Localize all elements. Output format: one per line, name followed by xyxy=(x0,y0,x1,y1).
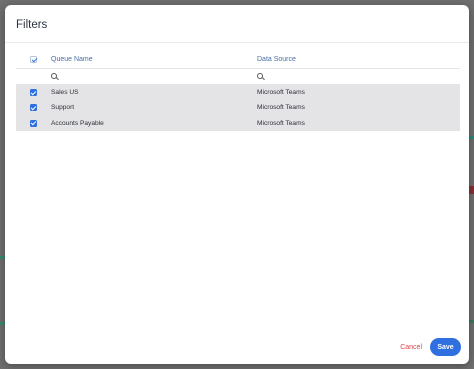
filter-row xyxy=(16,69,460,85)
filters-dialog: Filters Queue Name Data Source Sales US … xyxy=(5,5,469,364)
column-header-queue-name[interactable]: Queue Name xyxy=(51,56,257,63)
row-checkbox[interactable] xyxy=(30,104,37,112)
queue-name-cell: Support xyxy=(51,104,75,112)
row-checkbox[interactable] xyxy=(30,119,37,127)
cancel-button[interactable]: Cancel xyxy=(400,344,422,351)
queue-table: Queue Name Data Source Sales US Microsof… xyxy=(16,51,460,131)
select-all-checkbox[interactable] xyxy=(30,56,37,63)
data-source-cell: Microsoft Teams xyxy=(257,119,305,127)
save-button[interactable]: Save xyxy=(430,338,461,356)
table-row[interactable]: Accounts Payable Microsoft Teams xyxy=(16,115,460,131)
row-checkbox-cell xyxy=(16,89,51,97)
dialog-title: Filters xyxy=(16,19,48,31)
column-header-data-source[interactable]: Data Source xyxy=(257,56,460,63)
dialog-footer: Cancel Save xyxy=(400,338,461,356)
row-checkbox-cell xyxy=(16,104,51,112)
data-source-cell: Microsoft Teams xyxy=(257,104,305,112)
data-source-cell: Microsoft Teams xyxy=(257,89,305,97)
queue-name-cell: Accounts Payable xyxy=(51,119,104,127)
data-source-filter[interactable] xyxy=(257,69,460,84)
table-header-row: Queue Name Data Source xyxy=(16,51,460,69)
queue-name-filter[interactable] xyxy=(51,69,257,84)
row-checkbox-cell xyxy=(16,119,51,127)
row-checkbox[interactable] xyxy=(30,89,37,97)
table-row[interactable]: Sales US Microsoft Teams xyxy=(16,85,460,101)
select-all-cell xyxy=(16,56,51,63)
table-row[interactable]: Support Microsoft Teams xyxy=(16,100,460,116)
search-icon xyxy=(257,72,265,81)
queue-name-cell: Sales US xyxy=(51,89,79,97)
search-icon xyxy=(51,72,59,81)
dialog-header: Filters xyxy=(5,5,469,43)
